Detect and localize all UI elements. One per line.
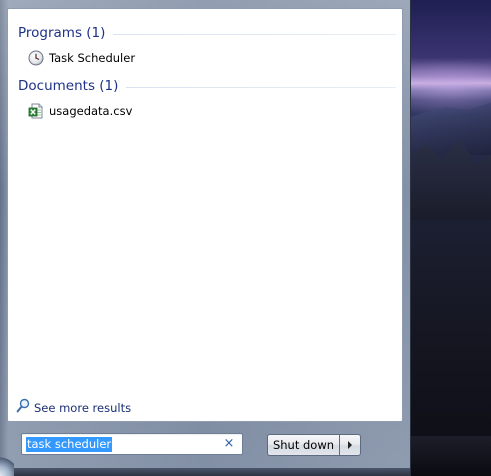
- clock-icon: [28, 50, 44, 66]
- result-item-label: Task Scheduler: [49, 51, 136, 65]
- search-input[interactable]: task scheduler: [26, 437, 113, 452]
- see-more-results-link[interactable]: See more results: [16, 398, 132, 418]
- shutdown-options-button[interactable]: [339, 434, 361, 456]
- start-menu-bottom: [0, 468, 410, 476]
- group-divider: [126, 86, 396, 88]
- clear-search-icon[interactable]: ×: [222, 437, 236, 451]
- result-item-usagedata-csv[interactable]: usagedata.csv: [28, 101, 132, 121]
- taskbar: [405, 436, 491, 476]
- result-item-task-scheduler[interactable]: Task Scheduler: [28, 48, 135, 68]
- shutdown-button[interactable]: Shut down: [267, 434, 339, 456]
- group-divider: [113, 33, 396, 35]
- start-orb[interactable]: [0, 456, 14, 476]
- group-header-documents: Documents (1): [18, 77, 396, 95]
- chevron-right-icon: [348, 441, 352, 449]
- group-title: Programs (1): [18, 25, 106, 41]
- group-title: Documents (1): [18, 78, 119, 94]
- search-box[interactable]: task scheduler ×: [21, 433, 243, 455]
- shutdown-control: Shut down: [267, 434, 361, 456]
- group-header-programs: Programs (1): [18, 24, 396, 42]
- start-menu: Programs (1) Task Scheduler Documents (1…: [0, 0, 411, 476]
- desktop-mountain: [405, 101, 491, 155]
- result-item-label: usagedata.csv: [49, 104, 133, 118]
- search-results-panel: Programs (1) Task Scheduler Documents (1…: [7, 8, 403, 422]
- excel-file-icon: [28, 103, 44, 119]
- see-more-results-label: See more results: [34, 401, 132, 415]
- magnifier-icon: [16, 398, 30, 418]
